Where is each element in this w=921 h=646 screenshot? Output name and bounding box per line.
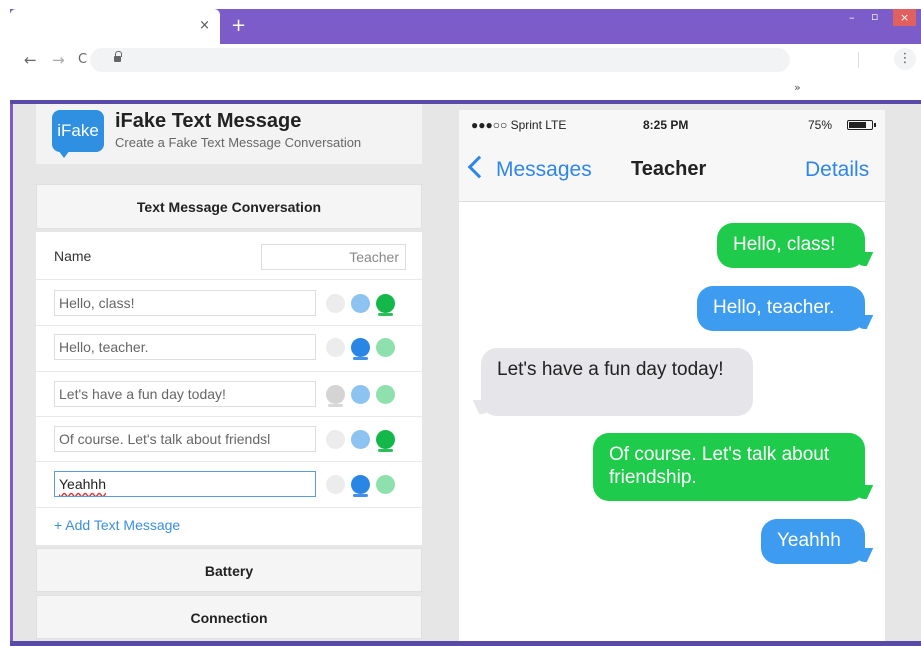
reload-icon[interactable]: C <box>78 50 87 70</box>
bubble-type-selector <box>326 334 406 360</box>
green-bubble-option[interactable] <box>376 338 395 357</box>
bubble-type-selector <box>326 290 406 316</box>
sent-bubble: Hello, class! <box>717 223 865 268</box>
sent-bubble: Hello, teacher. <box>697 286 865 331</box>
message-row: Yeahhh <box>36 462 422 508</box>
browser-window: × + – ▫ × ← → C ⋮ » iFake iFake Text Mes… <box>0 0 921 646</box>
details-link: Details <box>805 158 870 181</box>
bubble-type-selector <box>326 381 406 407</box>
messages-nav-bar: Messages Teacher Details <box>459 138 885 202</box>
message-input[interactable]: Let's have a fun day today! <box>54 381 316 407</box>
contact-name: Teacher <box>631 158 707 180</box>
conversation-form: Name Teacher Hello, class! Hello, teache… <box>36 232 422 545</box>
address-bar[interactable] <box>90 48 790 72</box>
minimize-button[interactable]: – <box>849 12 855 24</box>
green-bubble-option[interactable] <box>376 385 395 404</box>
name-label: Name <box>54 248 92 264</box>
gray-bubble-option[interactable] <box>326 475 345 494</box>
app-header: iFake iFake Text Message Create a Fake T… <box>36 104 422 164</box>
green-bubble-option[interactable] <box>376 294 395 316</box>
message-input-active[interactable]: Yeahhh <box>54 471 316 497</box>
phone-time: 8:25 PM <box>643 118 689 132</box>
forward-arrow-icon[interactable]: → <box>52 50 65 70</box>
connection-section-title: Connection <box>190 610 268 626</box>
message-input-text: Yeahhh <box>59 476 106 492</box>
bookmarks-overflow-icon[interactable]: » <box>794 81 801 94</box>
name-input[interactable]: Teacher <box>261 244 406 270</box>
page-content: iFake iFake Text Message Create a Fake T… <box>13 104 921 646</box>
message-row: Let's have a fun day today! <box>36 372 422 417</box>
phone-preview: ●●●○○ Sprint LTE 8:25 PM 75% Messages Te… <box>459 110 885 646</box>
lock-icon <box>114 51 122 63</box>
bubble-type-selector <box>326 471 406 497</box>
bookmarks-bar <box>10 76 921 102</box>
gray-bubble-option[interactable] <box>326 294 345 313</box>
name-row: Name Teacher <box>36 232 422 280</box>
phone-status-bar: ●●●○○ Sprint LTE 8:25 PM 75% <box>459 110 885 138</box>
app-subtitle: Create a Fake Text Message Conversation <box>115 135 362 150</box>
gray-bubble-option[interactable] <box>326 385 345 407</box>
back-chevron-icon <box>467 155 491 179</box>
ifake-logo: iFake <box>52 110 104 158</box>
carrier-signal: ●●●○○ Sprint LTE <box>471 118 567 132</box>
battery-percent: 75% <box>808 118 833 132</box>
blue-bubble-option[interactable] <box>351 475 370 497</box>
message-input[interactable]: Hello, teacher. <box>54 334 316 360</box>
messages-back-link: Messages <box>496 158 592 181</box>
message-row: Hello, class! <box>36 280 422 326</box>
gray-bubble-option[interactable] <box>326 430 345 449</box>
browser-tab[interactable]: × <box>10 9 220 44</box>
close-window-button[interactable]: × <box>893 9 917 26</box>
battery-section-title: Battery <box>204 563 254 579</box>
conversation-section-title: Text Message Conversation <box>136 199 322 215</box>
bubble-type-selector <box>326 426 406 452</box>
back-arrow-icon[interactable]: ← <box>24 50 37 70</box>
sent-bubble: Yeahhh <box>761 519 865 564</box>
maximize-button[interactable]: ▫ <box>871 11 878 23</box>
message-row: Of course. Let's talk about friendsl <box>36 417 422 462</box>
blue-bubble-option[interactable] <box>351 294 370 313</box>
conversation-section-header[interactable]: Text Message Conversation <box>36 184 422 229</box>
battery-section-header[interactable]: Battery <box>36 548 422 592</box>
tab-close-icon[interactable]: × <box>199 19 210 33</box>
message-input[interactable]: Hello, class! <box>54 290 316 316</box>
browser-menu-icon[interactable]: ⋮ <box>894 48 916 70</box>
blue-bubble-option[interactable] <box>351 430 370 449</box>
received-bubble: Let's have a fun day today! <box>481 348 753 416</box>
new-tab-button[interactable]: + <box>231 17 246 35</box>
blue-bubble-option[interactable] <box>351 385 370 404</box>
message-input[interactable]: Of course. Let's talk about friendsl <box>54 426 316 452</box>
battery-icon <box>847 120 876 130</box>
green-bubble-option[interactable] <box>376 475 395 494</box>
connection-section-header[interactable]: Connection <box>36 595 422 639</box>
add-text-message-link[interactable]: + Add Text Message <box>54 517 180 533</box>
message-row: Hello, teacher. <box>36 326 422 372</box>
sent-bubble: Of course. Let's talk about friendship. <box>593 433 865 501</box>
blue-bubble-option[interactable] <box>351 338 370 360</box>
green-bubble-option[interactable] <box>376 430 395 452</box>
gray-bubble-option[interactable] <box>326 338 345 357</box>
app-title: iFake Text Message <box>115 110 302 132</box>
toolbar-divider <box>858 52 859 68</box>
window-bottom-edge <box>10 641 921 646</box>
